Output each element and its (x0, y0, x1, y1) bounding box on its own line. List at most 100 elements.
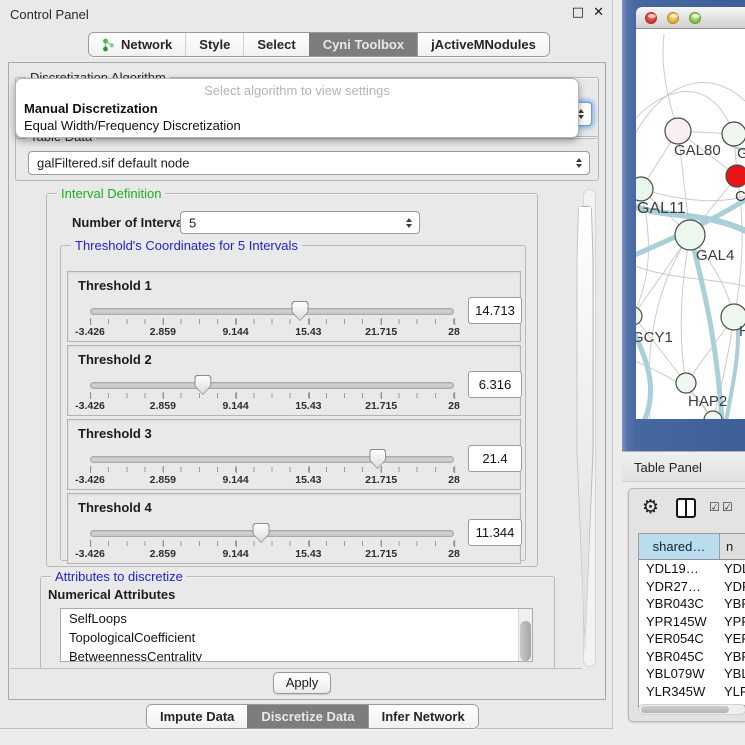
float-window-icon[interactable]: □ (572, 5, 584, 20)
tab-network[interactable]: Network (89, 33, 185, 56)
slider-thumb[interactable] (292, 301, 309, 321)
threshold-4-value-field[interactable]: 11.344 (468, 519, 522, 546)
tick-label: 2.859 (150, 474, 176, 486)
table-row[interactable]: YBR045C YBR0 (639, 648, 745, 666)
tick-label: 2.859 (150, 548, 176, 560)
tick-label: 15.43 (295, 548, 321, 560)
tab-select-label: Select (257, 37, 295, 52)
node-label-partial: H (739, 323, 745, 340)
tick-label: 28 (448, 548, 460, 560)
threshold-2-slider[interactable]: -3.426 2.859 9.144 15.43 21.715 28 (90, 375, 454, 415)
threshold-3-slider[interactable]: -3.426 2.859 9.144 15.43 21.715 28 (90, 449, 454, 489)
table-row[interactable]: YER054C YER0 (639, 630, 745, 648)
zoom-traffic-light-icon[interactable] (689, 12, 701, 24)
stepper-arrows-icon (406, 218, 412, 228)
threshold-3-value-field[interactable]: 21.4 (468, 445, 522, 472)
threshold-coordinates-group: Threshold's Coordinates for 5 Intervals … (60, 245, 526, 561)
slider-thumb[interactable] (253, 523, 270, 543)
threshold-1-label: Threshold 1 (78, 278, 152, 293)
apply-button[interactable]: Apply (273, 672, 331, 694)
node-red-selected[interactable] (726, 165, 745, 187)
tab-cyni-toolbox[interactable]: Cyni Toolbox (309, 33, 417, 56)
column-header-shared-name[interactable]: shared… (639, 534, 720, 559)
table-row[interactable]: YBL079W YBL0 (639, 665, 745, 683)
tick-label: -3.426 (75, 548, 105, 560)
numerical-attributes-list[interactable]: SelfLoops TopologicalCoefficient Between… (60, 608, 533, 662)
list-scrollbar[interactable] (518, 609, 532, 661)
gear-icon[interactable]: ⚙ (642, 496, 659, 518)
network-window-titlebar[interactable] (636, 7, 745, 29)
tab-infer-network-label: Infer Network (382, 709, 465, 724)
network-view-window: GAL80 G C GAL11 GAL4 GCY1 H HAP2 (622, 0, 745, 451)
option-manual-discretization[interactable]: Manual Discretization (24, 101, 158, 116)
tick-label: 21.715 (365, 548, 397, 560)
cyni-toolbox-panel: Discretization Algorithm Select algorith… (8, 62, 606, 700)
node-hap2[interactable] (676, 373, 696, 393)
tab-discretize-data[interactable]: Discretize Data (247, 705, 367, 728)
tick-label: 28 (448, 326, 460, 338)
tick-label: 9.144 (222, 400, 248, 412)
threshold-2-panel: Threshold 2 -3.426 2.859 9.144 15.43 21.… (67, 345, 521, 416)
column-header-name[interactable]: n (720, 534, 745, 559)
slider-track[interactable] (90, 308, 454, 315)
number-of-intervals-combobox[interactable]: 5 (180, 211, 420, 234)
table-data-combobox[interactable]: galFiltered.sif default node (28, 151, 590, 175)
tab-style[interactable]: Style (185, 33, 243, 56)
table-row[interactable]: YDR27… YDR2 (639, 578, 745, 596)
interval-definition-group: Interval Definition Number of Intervals … (46, 193, 538, 567)
threshold-4-label: Threshold 4 (78, 500, 152, 515)
tick-label: -3.426 (75, 400, 105, 412)
window-title: Control Panel (10, 7, 89, 22)
node-gal80[interactable] (665, 118, 691, 144)
slider-track[interactable] (90, 382, 454, 389)
slider-thumb[interactable] (369, 449, 386, 469)
network-graph: GAL80 G C GAL11 GAL4 GCY1 H HAP2 (636, 29, 745, 419)
control-panel-titlebar: Control Panel □ ✕ (0, 0, 612, 28)
checkbox-icon[interactable]: ☑ (722, 500, 733, 514)
tick-label: -3.426 (75, 474, 105, 486)
settings-scroll-area: Interval Definition Number of Intervals … (10, 187, 582, 669)
threshold-1-slider[interactable]: -3.426 2.859 9.144 15.43 21.715 28 (90, 301, 454, 341)
tick-label: 21.715 (365, 400, 397, 412)
threshold-1-panel: Threshold 1 -3.426 2.859 9.144 15.43 21.… (67, 271, 521, 342)
node[interactable] (722, 122, 745, 146)
table-row[interactable]: YLR345W YLR3 (639, 683, 745, 701)
node-gal4[interactable] (675, 220, 705, 250)
slider-track[interactable] (90, 530, 454, 537)
tab-cyni-toolbox-label: Cyni Toolbox (323, 37, 404, 52)
tab-infer-network[interactable]: Infer Network (368, 705, 478, 728)
table-row[interactable]: YBR043C YBR0 (639, 595, 745, 613)
close-icon[interactable]: ✕ (593, 5, 604, 20)
threshold-4-slider[interactable]: -3.426 2.859 9.144 15.43 21.715 28 (90, 523, 454, 563)
tick-label: 2.859 (150, 326, 176, 338)
minimize-traffic-light-icon[interactable] (667, 12, 679, 24)
tab-jactivemnodules[interactable]: jActiveMNodules (417, 33, 549, 56)
table-row[interactable]: YDL19… YDL1 (639, 560, 745, 578)
table-row[interactable]: YPR145W YPR1 (639, 613, 745, 631)
slider-thumb[interactable] (194, 375, 211, 395)
columns-icon[interactable] (676, 498, 696, 518)
checkbox-icon[interactable]: ☑ (709, 500, 720, 514)
list-item[interactable]: SelfLoops (61, 609, 532, 628)
tab-impute-data[interactable]: Impute Data (147, 705, 247, 728)
numerical-attributes-label: Numerical Attributes (48, 587, 175, 602)
option-equal-width-frequency[interactable]: Equal Width/Frequency Discretization (24, 118, 241, 133)
tab-select[interactable]: Select (243, 33, 308, 56)
node-label-gal80: GAL80 (674, 142, 721, 159)
threshold-3-panel: Threshold 3 -3.426 2.859 9.144 15.43 21.… (67, 419, 521, 490)
network-canvas[interactable]: GAL80 G C GAL11 GAL4 GCY1 H HAP2 (636, 29, 745, 419)
threshold-2-value-field[interactable]: 6.316 (468, 371, 522, 398)
tick-label: 21.715 (365, 474, 397, 486)
node-gcy1[interactable] (636, 307, 642, 325)
slider-track[interactable] (90, 456, 454, 463)
table-toolbar: ⚙ ☑ ☑ (629, 489, 745, 529)
table-data-selected-value: galFiltered.sif default node (37, 156, 189, 171)
threshold-1-value-field[interactable]: 14.713 (468, 297, 522, 324)
panel-scrollbar[interactable] (583, 189, 596, 667)
table-horizontal-scrollbar[interactable] (638, 704, 745, 715)
tab-style-label: Style (199, 37, 230, 52)
list-item[interactable]: TopologicalCoefficient (61, 628, 532, 647)
close-traffic-light-icon[interactable] (645, 12, 657, 24)
list-item[interactable]: BetweennessCentrality (61, 647, 532, 662)
threshold-4-panel: Threshold 4 -3.426 2.859 9.144 15.43 21.… (67, 493, 521, 564)
